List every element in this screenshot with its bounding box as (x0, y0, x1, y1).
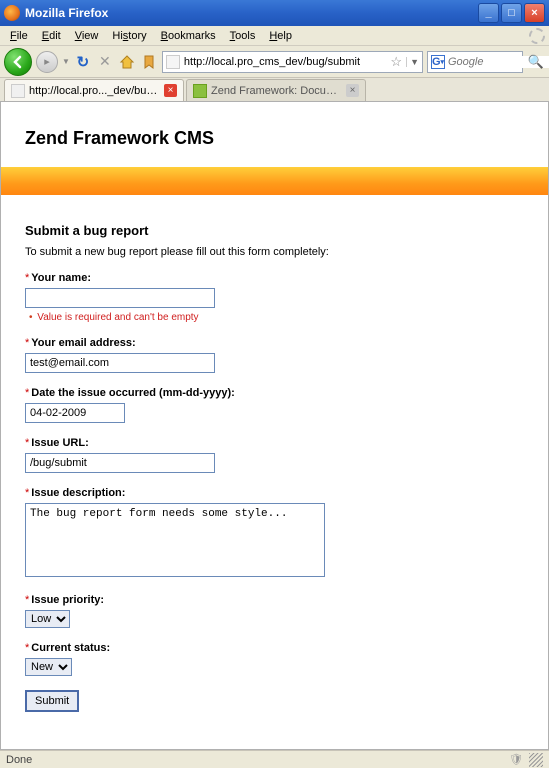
stop-button[interactable]: ✕ (96, 53, 114, 71)
page-body: Zend Framework CMS Submit a bug report T… (1, 102, 548, 749)
label-priority: *Issue priority: (25, 594, 524, 606)
address-bar[interactable]: ☆ ▼ (162, 51, 423, 73)
history-dropdown-icon[interactable]: ▼ (62, 57, 70, 66)
tab-label: http://local.pro..._dev/bug/submit (29, 85, 160, 97)
form-intro: To submit a new bug report please fill o… (25, 246, 524, 258)
window-maximize-button[interactable]: □ (501, 3, 522, 23)
tab-close-button[interactable]: × (164, 84, 177, 97)
label-date: *Date the issue occurred (mm-dd-yyyy): (25, 387, 524, 399)
url-dropdown-icon[interactable]: ▼ (406, 57, 419, 67)
field-description: *Issue description: (25, 487, 524, 580)
status-bar: Done 🛡 (0, 750, 549, 768)
back-button[interactable] (4, 48, 32, 76)
window-minimize-button[interactable]: _ (478, 3, 499, 23)
home-icon (119, 54, 135, 70)
window-close-button[interactable]: × (524, 3, 545, 23)
resize-grip-icon[interactable] (529, 753, 543, 767)
site-title: Zend Framework CMS (25, 128, 524, 149)
field-email: *Your email address: (25, 337, 524, 373)
page-icon (11, 84, 25, 98)
tab-close-button[interactable]: × (346, 84, 359, 97)
google-icon[interactable]: G▾ (431, 55, 445, 69)
select-priority[interactable]: Low (25, 610, 70, 628)
menu-tools[interactable]: Tools (224, 28, 262, 44)
menu-file[interactable]: File (4, 28, 34, 44)
menu-bar: File Edit View History Bookmarks Tools H… (0, 26, 549, 46)
textarea-description[interactable] (25, 503, 325, 577)
window-titlebar: Mozilla Firefox _ □ × (0, 0, 549, 26)
zf-icon (193, 84, 207, 98)
menu-edit[interactable]: Edit (36, 28, 67, 44)
activity-indicator-icon (529, 28, 545, 44)
input-email[interactable] (25, 353, 215, 373)
bookmark-button[interactable] (140, 53, 158, 71)
field-priority: *Issue priority: Low (25, 594, 524, 628)
page-icon (166, 55, 180, 69)
star-icon[interactable]: ☆ (390, 54, 402, 70)
firefox-icon (4, 5, 20, 21)
field-name: *Your name: Value is required and can't … (25, 272, 524, 323)
search-bar[interactable]: G▾ (427, 51, 523, 73)
security-icon: 🛡 (509, 753, 523, 766)
status-text: Done (6, 754, 32, 766)
input-date[interactable] (25, 403, 125, 423)
tab-strip: http://local.pro..._dev/bug/submit × Zen… (0, 78, 549, 102)
label-description: *Issue description: (25, 487, 524, 499)
bookmark-icon (141, 54, 157, 70)
label-name: *Your name: (25, 272, 524, 284)
menu-bookmarks[interactable]: Bookmarks (155, 28, 222, 44)
label-status: *Current status: (25, 642, 524, 654)
label-url: *Issue URL: (25, 437, 524, 449)
home-button[interactable] (118, 53, 136, 71)
window-title: Mozilla Firefox (25, 6, 478, 20)
input-url[interactable] (25, 453, 215, 473)
field-status: *Current status: New (25, 642, 524, 676)
menu-view[interactable]: View (69, 28, 105, 44)
search-go-button[interactable]: 🔍 (527, 53, 545, 71)
arrow-left-icon (11, 55, 25, 69)
submit-button[interactable]: Submit (25, 690, 79, 712)
select-status[interactable]: New (25, 658, 72, 676)
menu-help[interactable]: Help (263, 28, 298, 44)
field-url: *Issue URL: (25, 437, 524, 473)
field-date: *Date the issue occurred (mm-dd-yyyy): (25, 387, 524, 423)
viewport-scroll[interactable]: Zend Framework CMS Submit a bug report T… (1, 102, 548, 749)
form-heading: Submit a bug report (25, 223, 524, 238)
input-name[interactable] (25, 288, 215, 308)
tab-active[interactable]: http://local.pro..._dev/bug/submit × (4, 79, 184, 101)
url-input[interactable] (184, 56, 387, 68)
error-name: Value is required and can't be empty (25, 312, 524, 323)
forward-button[interactable]: ▸ (36, 51, 58, 73)
navigation-toolbar: ▸ ▼ ↻ ✕ ☆ ▼ G▾ 🔍 (0, 46, 549, 78)
tab-inactive[interactable]: Zend Framework: Documentation × (186, 79, 366, 101)
label-email: *Your email address: (25, 337, 524, 349)
tab-label: Zend Framework: Documentation (211, 85, 342, 97)
menu-history[interactable]: History (106, 28, 152, 44)
content-area: Zend Framework CMS Submit a bug report T… (0, 102, 549, 750)
reload-button[interactable]: ↻ (74, 53, 92, 71)
header-banner (1, 167, 548, 195)
